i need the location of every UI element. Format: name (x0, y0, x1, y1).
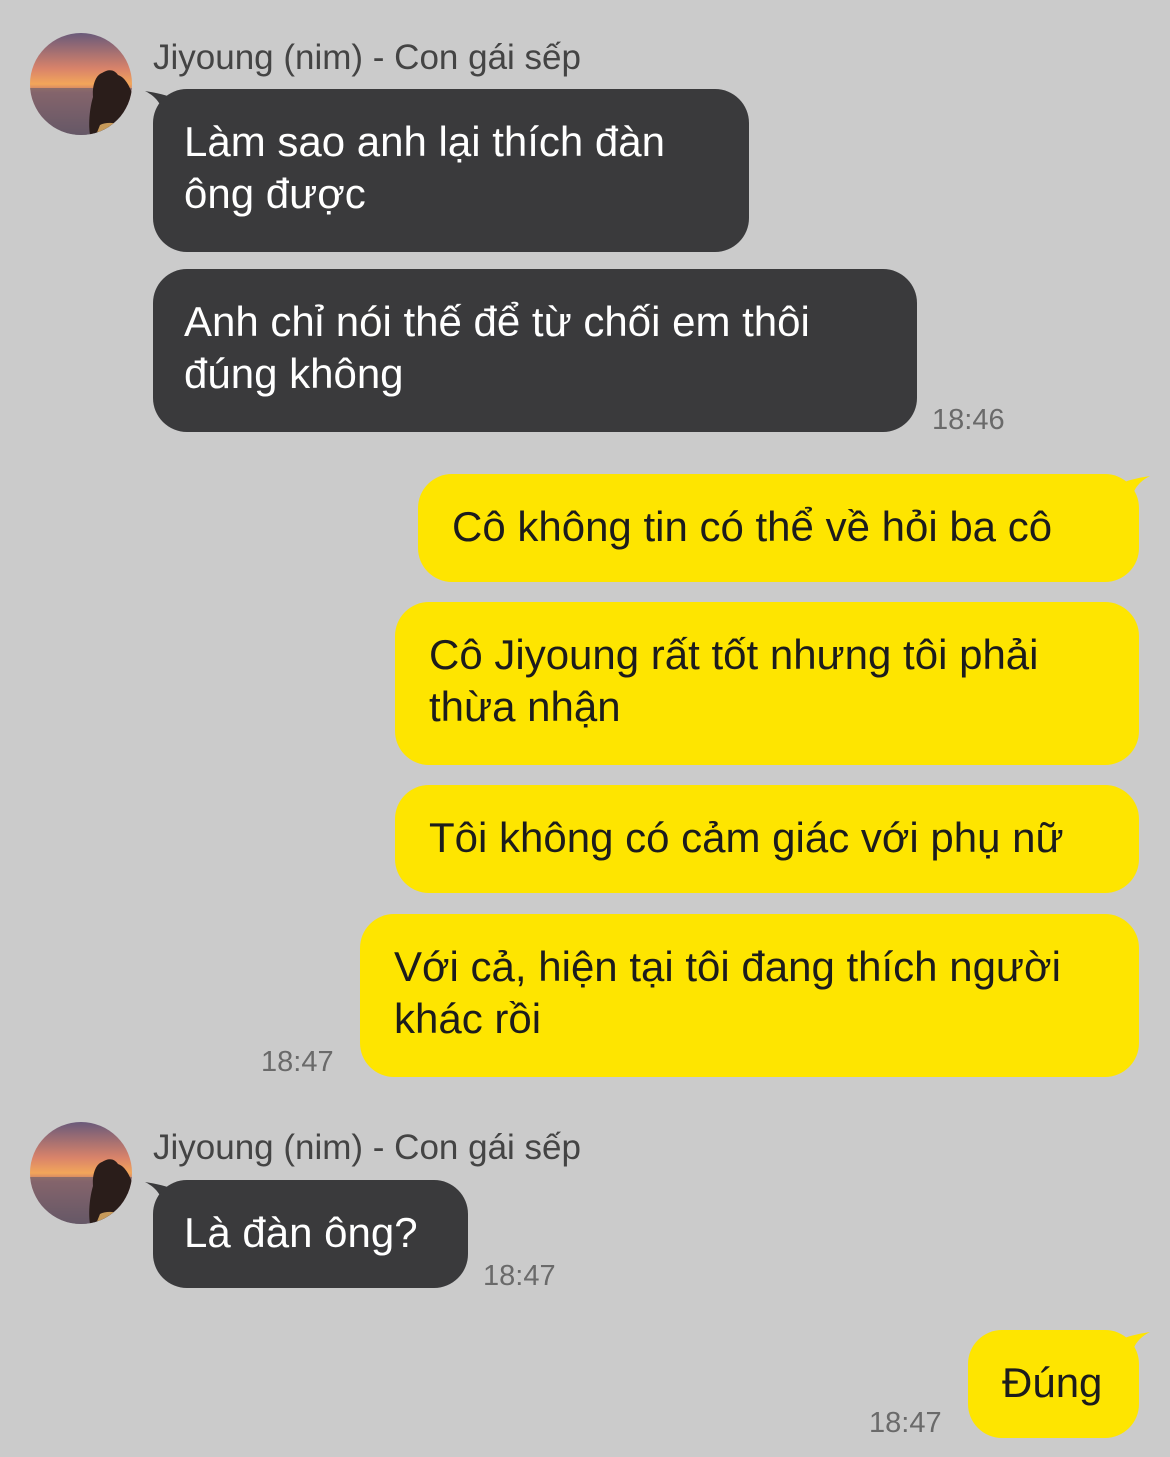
outgoing-message[interactable]: Cô không tin có thể về hỏi ba cô (418, 474, 1139, 582)
outgoing-message[interactable]: Cô Jiyoung rất tốt nhưng tôi phải thừa n… (395, 602, 1139, 765)
sender-name: Jiyoung (nim) - Con gái sếp (153, 38, 581, 77)
outgoing-message[interactable]: Đúng (968, 1330, 1139, 1438)
incoming-message[interactable]: Là đàn ông? (153, 1180, 468, 1288)
contact-avatar[interactable] (30, 33, 132, 135)
message-timestamp: 18:47 (261, 1046, 334, 1078)
incoming-message[interactable]: Làm sao anh lại thích đàn ông được (153, 89, 749, 252)
outgoing-message[interactable]: Tôi không có cảm giác với phụ nữ (395, 785, 1139, 893)
message-timestamp: 18:47 (869, 1407, 942, 1439)
message-timestamp: 18:46 (932, 404, 1005, 436)
contact-avatar[interactable] (30, 1122, 132, 1224)
message-timestamp: 18:47 (483, 1260, 556, 1292)
sunset-silhouette-avatar-icon (30, 33, 132, 135)
incoming-message[interactable]: Anh chỉ nói thế để từ chối em thôi đúng … (153, 269, 917, 432)
sunset-silhouette-avatar-icon (30, 1122, 132, 1224)
outgoing-message[interactable]: Với cả, hiện tại tôi đang thích người kh… (360, 914, 1139, 1077)
sender-name: Jiyoung (nim) - Con gái sếp (153, 1128, 581, 1167)
